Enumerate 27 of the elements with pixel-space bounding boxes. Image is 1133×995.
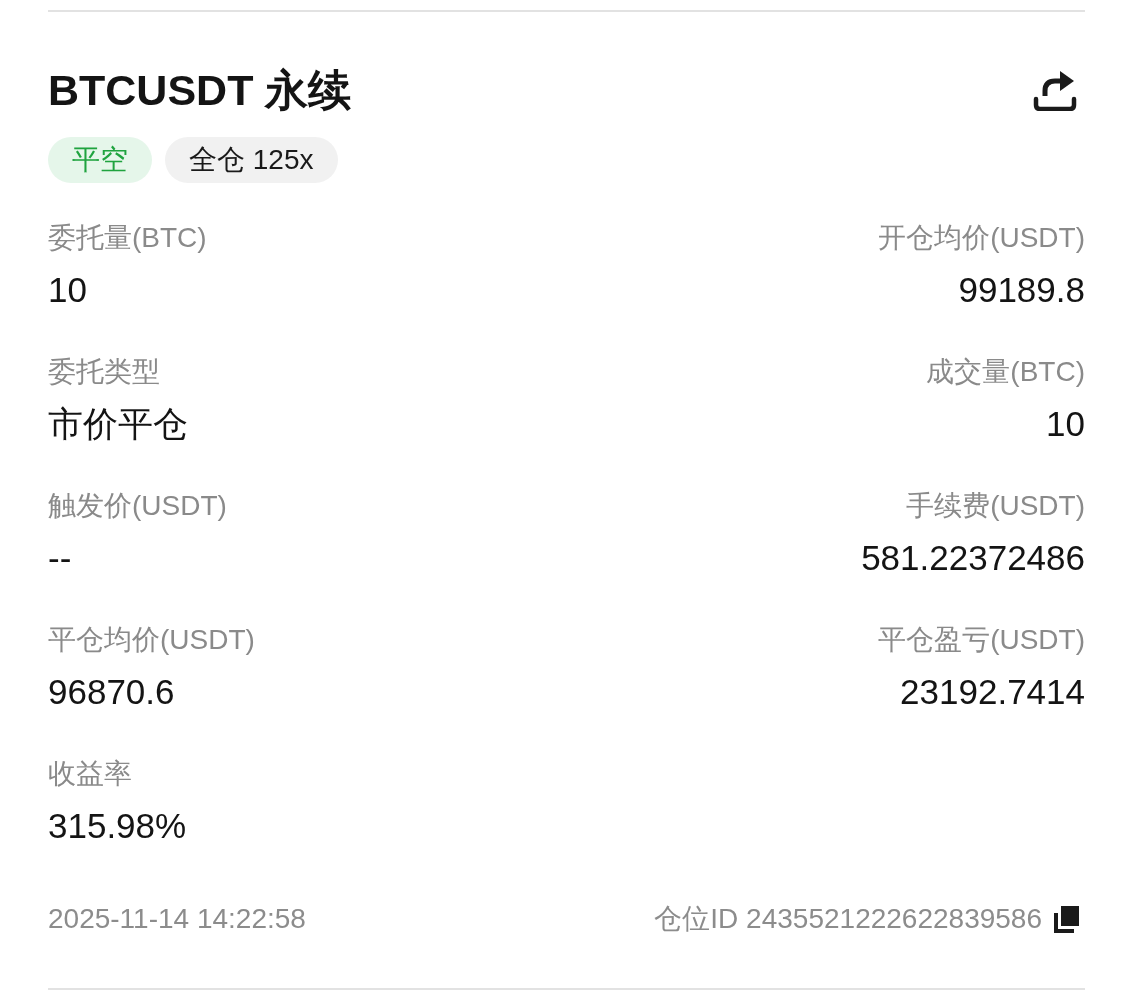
field-value: --	[48, 537, 72, 579]
field-label: 平仓盈亏(USDT)	[878, 623, 1085, 657]
field-label: 开仓均价(USDT)	[878, 221, 1085, 255]
field-label: 成交量(BTC)	[926, 355, 1085, 389]
margin-mode-tag: 全仓 125x	[165, 137, 338, 183]
position-id: 仓位ID 2435521222622839586	[654, 902, 1042, 936]
copy-icon	[1054, 905, 1080, 933]
field-value: 10	[1046, 403, 1085, 445]
field-label: 手续费(USDT)	[906, 489, 1085, 523]
field-label: 委托类型	[48, 355, 160, 389]
field-value: 10	[48, 269, 87, 311]
timestamp: 2025-11-14 14:22:58	[48, 902, 306, 936]
share-icon	[1033, 69, 1077, 111]
field-label: 收益率	[48, 757, 132, 791]
field-label: 委托量(BTC)	[48, 221, 207, 255]
field-value: 99189.8	[958, 269, 1085, 311]
contract-title: BTCUSDT 永续	[48, 65, 352, 116]
copy-button[interactable]	[1054, 905, 1080, 933]
field-label: 触发价(USDT)	[48, 489, 227, 523]
field-value: 315.98%	[48, 805, 187, 847]
field-value: 581.22372486	[861, 537, 1085, 579]
field-value: 23192.7414	[900, 671, 1085, 713]
field-value: 市价平仓	[48, 403, 188, 445]
share-button[interactable]	[1033, 69, 1077, 111]
field-label: 平仓均价(USDT)	[48, 623, 255, 657]
field-value: 96870.6	[48, 671, 175, 713]
direction-tag: 平空	[48, 137, 152, 183]
